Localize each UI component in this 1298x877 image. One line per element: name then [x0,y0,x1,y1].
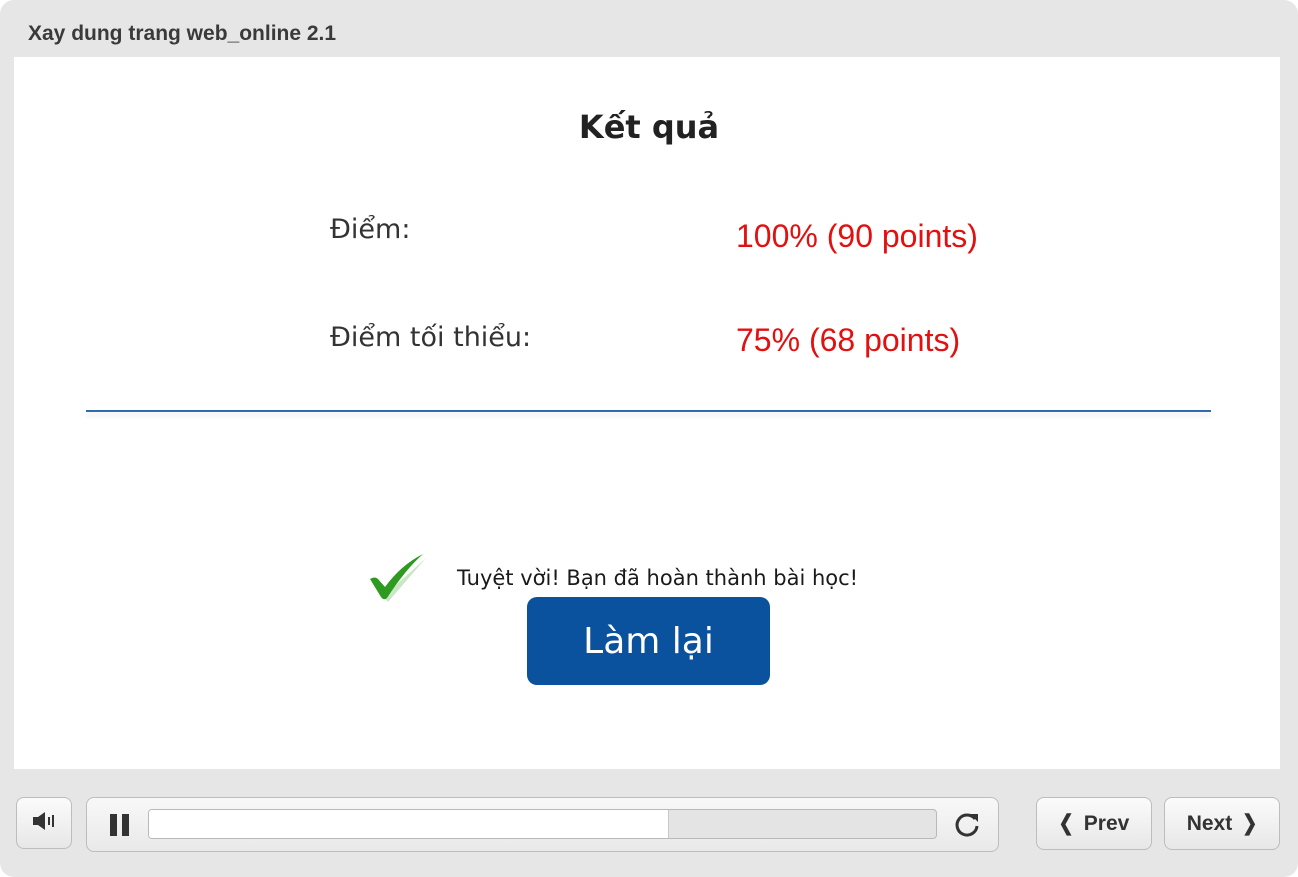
progress-slider[interactable] [148,809,937,839]
next-button[interactable]: Next ❯ [1164,797,1280,850]
chevron-left-icon: ❮ [1058,810,1074,835]
completion-message: Tuyệt vời! Bạn đã hoàn thành bài học! [457,566,859,590]
playback-bar [86,797,999,852]
results-heading: Kết quả [578,108,720,146]
player-window: Xay dung trang web_online 2.1 Kết quả Đi… [0,0,1298,877]
window-title: Xay dung trang web_online 2.1 [28,22,337,45]
replay-icon[interactable] [953,811,983,839]
prev-button[interactable]: ❮ Prev [1036,797,1152,850]
retry-button[interactable]: Làm lại [527,597,770,685]
prev-button-label: Prev [1083,811,1130,835]
check-icon [367,552,427,602]
pause-icon[interactable] [107,813,133,837]
retry-button-label: Làm lại [583,620,714,662]
passing-score-value: 75% (68 points) [736,322,961,358]
next-button-label: Next [1186,811,1233,835]
passing-score-label: Điểm tối thiểu: [330,322,532,353]
results-divider [86,410,1211,412]
chevron-right-icon: ❯ [1242,810,1258,835]
volume-button[interactable] [16,797,72,849]
progress-fill [149,810,670,838]
score-label: Điểm: [330,214,411,245]
volume-icon [31,810,57,837]
score-value: 100% (90 points) [736,218,978,254]
